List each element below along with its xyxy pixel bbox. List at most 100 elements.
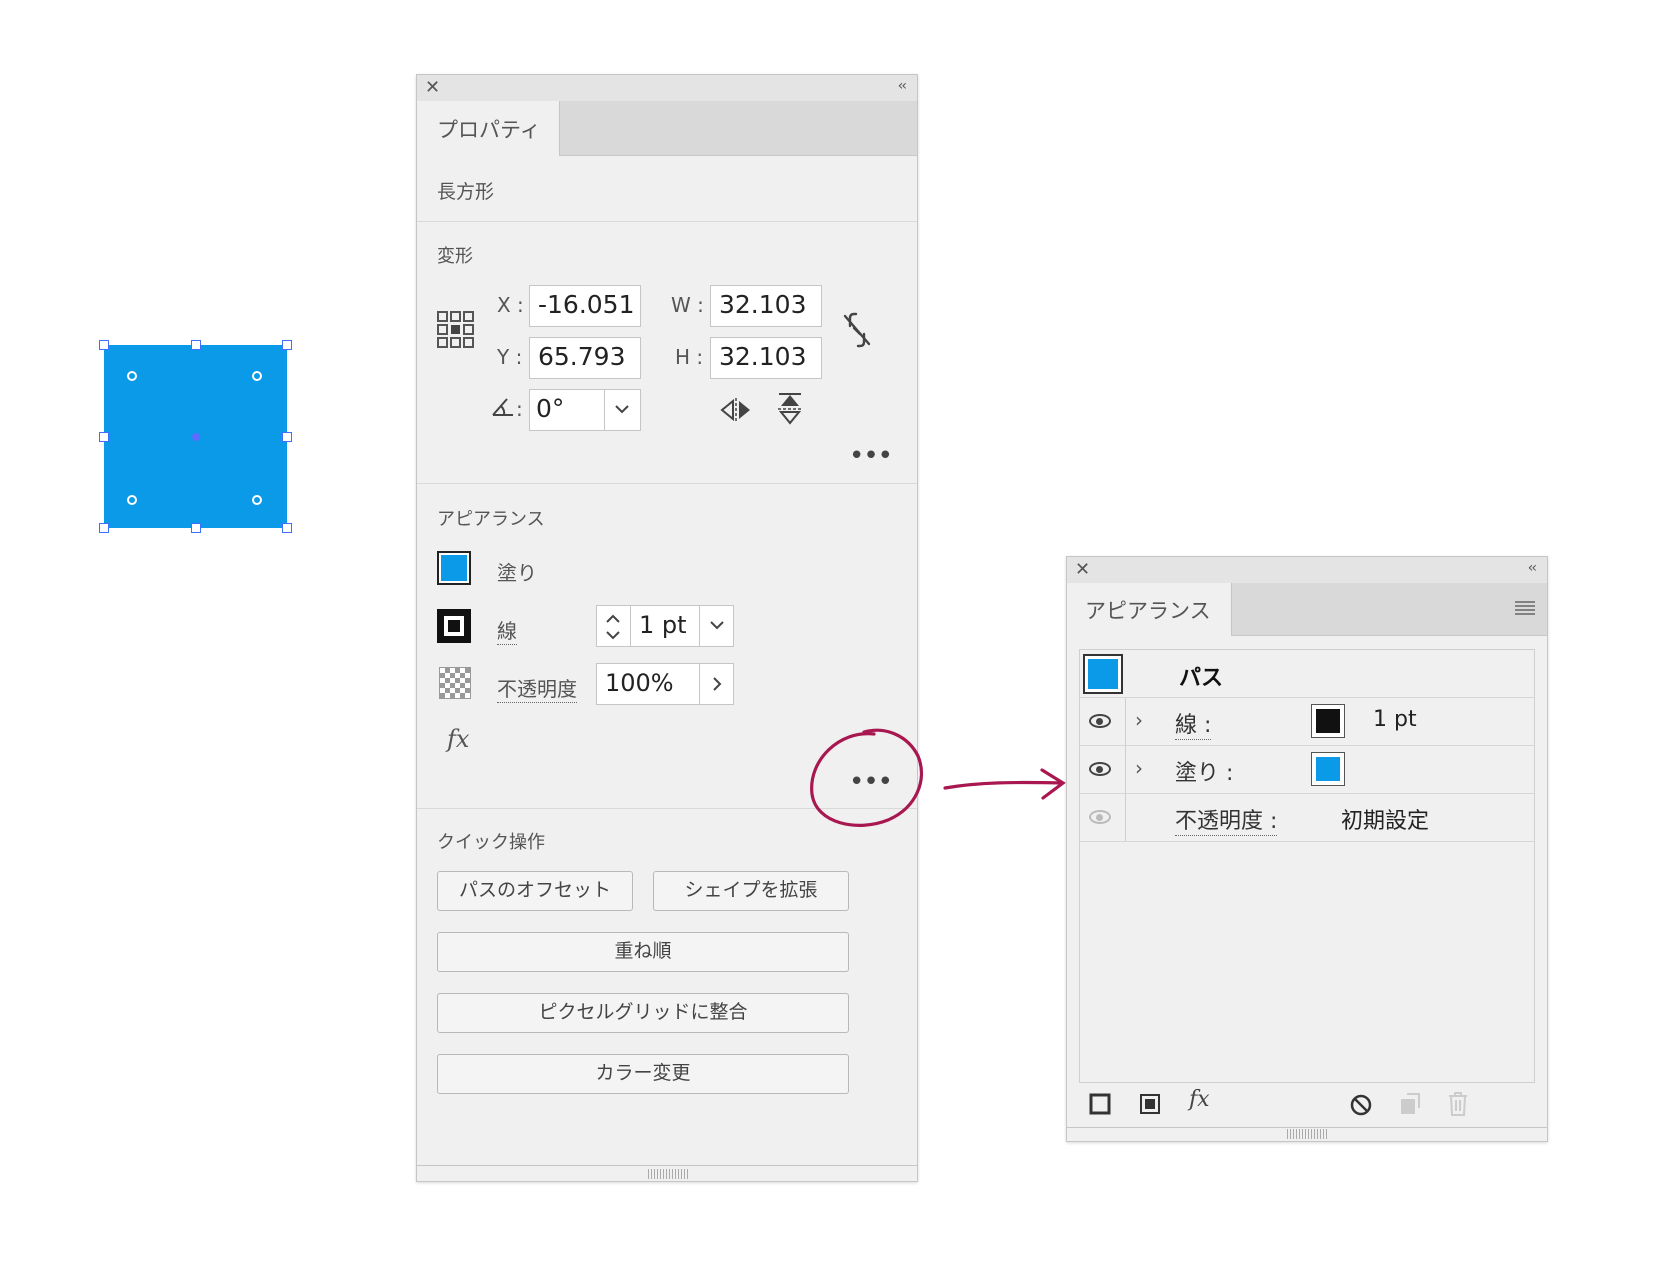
fill-swatch[interactable] [1311,752,1345,786]
h-input[interactable]: 32.103 [710,337,822,379]
rotate-input[interactable]: 0° [529,389,641,431]
chevron-right-icon[interactable] [712,676,722,692]
expand-shape-button[interactable]: シェイプを拡張 [653,871,849,911]
path-thumbnail [1083,654,1123,694]
panel-titlebar: ✕ ‹‹ [417,75,917,102]
resize-handle-bottom-left[interactable] [99,523,109,533]
tab-label: プロパティ [437,118,541,142]
selected-rectangle[interactable] [99,340,292,533]
object-type: 長方形 [437,181,495,203]
stroke-label[interactable]: 線 [497,615,517,645]
duplicate-item-icon [1401,1093,1420,1114]
corner-widget[interactable] [127,495,137,505]
divider [417,1165,917,1166]
chevron-down-icon[interactable] [614,404,630,414]
stepper-icon[interactable] [603,612,623,642]
x-input[interactable]: -16.051 [529,285,641,327]
appearance-title: アピアランス [437,509,545,530]
stroke-weight-value: 1 pt [639,611,687,639]
tab-appearance[interactable]: アピアランス [1067,583,1232,636]
resize-handle-top[interactable] [191,340,201,350]
constrain-proportions-icon[interactable] [841,312,873,348]
close-icon[interactable]: ✕ [425,77,440,99]
resize-handle-top-left[interactable] [99,340,109,350]
fill-label: 塗り [497,561,537,585]
clear-appearance-icon[interactable] [1349,1093,1373,1117]
opacity-input[interactable]: 100% [596,663,734,705]
h-label: H : [675,345,704,369]
chevron-right-icon[interactable]: › [1135,756,1143,780]
rotate-label: : [516,397,523,421]
visibility-eye-icon[interactable] [1089,810,1111,824]
resize-grip[interactable] [1287,1129,1327,1139]
reference-point-icon[interactable] [437,311,475,349]
y-input[interactable]: 65.793 [529,337,641,379]
stroke-weight-value[interactable]: 1 pt [1373,707,1417,732]
panel-menu-icon[interactable] [1515,601,1535,615]
y-label: Y : [497,345,523,369]
rotate-value: 0° [536,394,565,423]
add-new-fill-icon[interactable] [1139,1093,1161,1115]
stroke-label[interactable]: 線 : [1175,707,1212,740]
corner-widget[interactable] [127,371,137,381]
rotate-angle-icon [492,398,513,416]
corner-widget[interactable] [252,495,262,505]
tab-bar: アピアランス [1067,583,1547,636]
center-point [192,433,200,441]
resize-handle-right[interactable] [282,432,292,442]
fill-row[interactable]: › 塗り : [1079,746,1535,794]
divider [417,221,917,222]
tab-properties[interactable]: プロパティ [417,101,560,156]
w-input[interactable]: 32.103 [710,285,822,327]
panel-titlebar: ✕ ‹‹ [1067,557,1547,584]
opacity-label[interactable]: 不透明度 [497,673,577,703]
stroke-row[interactable]: › 線 : 1 pt [1079,698,1535,746]
tab-label: アピアランス [1085,599,1211,623]
chevron-right-icon[interactable]: › [1135,708,1143,732]
stroke-swatch[interactable] [437,609,471,643]
opacity-row[interactable]: 不透明度 : 初期設定 [1079,794,1535,842]
offset-path-button[interactable]: パスのオフセット [437,871,633,911]
resize-handle-bottom[interactable] [191,523,201,533]
row-separator [1125,746,1126,793]
visibility-eye-icon[interactable] [1089,714,1111,728]
flip-vertical-icon[interactable] [777,393,803,425]
stroke-swatch[interactable] [1311,704,1345,738]
fx-button[interactable]: fx [447,725,469,753]
stroke-weight-input[interactable]: 1 pt [596,605,734,647]
align-pixel-grid-button[interactable]: ピクセルグリッドに整合 [437,993,849,1033]
corner-widget[interactable] [252,371,262,381]
resize-handle-left[interactable] [99,432,109,442]
properties-panel: ✕ ‹‹ プロパティ 長方形 変形 X : -16.051 W : 32.103… [416,74,918,1182]
divider [1067,1127,1547,1128]
add-effect-fx-icon[interactable]: fx [1189,1087,1210,1112]
visibility-eye-icon[interactable] [1089,762,1111,776]
add-new-stroke-icon[interactable] [1089,1093,1111,1115]
opacity-value: 初期設定 [1341,809,1430,834]
resize-handle-bottom-right[interactable] [282,523,292,533]
path-label: パス [1179,666,1224,691]
trash-icon [1449,1092,1467,1116]
chevron-down-icon[interactable] [709,620,725,630]
collapse-icon[interactable]: ‹‹ [1528,560,1537,576]
tab-bar: プロパティ [417,101,917,156]
fill-label[interactable]: 塗り : [1175,755,1233,787]
x-label: X : [497,293,524,317]
arrange-button[interactable]: 重ね順 [437,932,849,972]
resize-grip[interactable] [648,1169,688,1179]
row-separator [1125,698,1126,745]
fill-swatch[interactable] [437,551,471,585]
collapse-icon[interactable]: ‹‹ [898,78,907,94]
flip-horizontal-icon[interactable] [720,397,752,423]
resize-handle-top-right[interactable] [282,340,292,350]
opacity-label[interactable]: 不透明度 : [1175,803,1278,836]
close-icon[interactable]: ✕ [1075,559,1090,581]
transform-title: 変形 [437,246,473,267]
divider [417,483,917,484]
w-label: W : [671,293,704,317]
path-row[interactable]: パス [1079,650,1535,698]
appearance-toolbar: fx [1067,1081,1547,1127]
quick-actions-title: クイック操作 [437,832,545,853]
recolor-button[interactable]: カラー変更 [437,1054,849,1094]
more-options-button[interactable]: ••• [849,443,893,469]
